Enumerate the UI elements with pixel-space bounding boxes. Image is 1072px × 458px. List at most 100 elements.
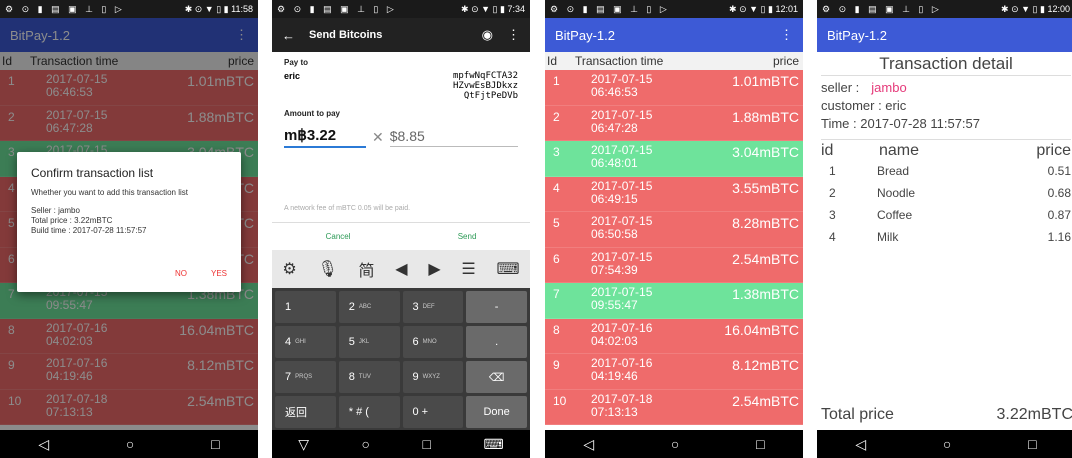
seller-line: seller : jambo xyxy=(821,80,907,95)
status-icons-left: ⚙ ⊙ ▮ ▤ ▣ ⊥ ▯ ▷ xyxy=(5,3,125,14)
home-nav-icon[interactable]: ○ xyxy=(126,436,134,452)
status-icons-left: ⚙ ⊙ ▮ ▤ ▣ ⊥ ▯ ▷ xyxy=(822,3,942,14)
nav-bar: ◁ ○ □ xyxy=(0,430,258,458)
keyboard-tool-icon[interactable]: ▶ xyxy=(428,259,440,279)
table-row[interactable]: 8 2017-07-16 04:02:03 16.04mBTC xyxy=(545,318,803,354)
home-nav-icon[interactable]: ○ xyxy=(362,436,370,452)
keyboard-tool-icon[interactable]: ⌨ xyxy=(497,259,520,279)
keyboard-key[interactable]: 返回 xyxy=(275,396,336,428)
status-time: ✱ ⊙ ▼ ▯ ▮ 7:34 xyxy=(461,3,525,14)
home-nav-icon[interactable]: ○ xyxy=(943,436,951,452)
keyboard-key[interactable]: ⌫ xyxy=(466,361,527,393)
confirm-dialog: Confirm transaction list Whether you wan… xyxy=(17,152,241,292)
no-button[interactable]: NO xyxy=(175,269,187,278)
app-bar: BitPay-1.2 xyxy=(817,18,1072,52)
keyboard-key[interactable]: 3 DEF xyxy=(402,291,464,323)
transaction-detail: Transaction detail seller : jambo custome… xyxy=(817,52,1072,430)
row-price: 8.12mBTC xyxy=(732,357,799,373)
table-row[interactable]: 2 2017-07-15 06:47:28 1.88mBTC xyxy=(545,105,803,141)
pay-to-row: eric mpfwNqFCTA32 HZvwEsBJDkxz QtFjtPeDV… xyxy=(284,71,518,101)
keyboard-key[interactable]: 5 JKL xyxy=(338,326,400,358)
detail-info: seller : jambo customer : eric Time : 201… xyxy=(821,76,1071,133)
keyboard-key[interactable]: 8 TUV xyxy=(338,361,400,393)
back-nav-icon[interactable]: ◁ xyxy=(855,436,866,453)
table-row[interactable]: 6 2017-07-1507:54:39 2.54mBTC xyxy=(545,247,803,283)
amount-row: m฿3.22 ✕ $8.85 xyxy=(284,126,518,148)
amount-btc-input[interactable]: m฿3.22 xyxy=(284,126,366,148)
status-icons-left: ⚙ ⊙ ▮ ▤ ▣ ⊥ ▯ ▷ xyxy=(277,3,397,14)
keyboard-switch-icon[interactable]: ⌨ xyxy=(484,436,504,453)
status-time: ✱ ⊙ ▼ ▯ ▮ 12:00 xyxy=(1001,3,1070,14)
keyboard-key[interactable]: 1 xyxy=(275,291,336,323)
table-row[interactable]: 3 2017-07-1506:48:01 3.04mBTC xyxy=(545,141,803,177)
back-nav-icon[interactable]: ◁ xyxy=(583,436,594,453)
table-row[interactable]: 4 2017-07-1506:49:15 3.55mBTC xyxy=(545,176,803,212)
keyboard-key[interactable]: * # ( xyxy=(338,396,400,428)
overflow-menu-icon[interactable]: ⋮ xyxy=(507,27,520,43)
table-row[interactable]: 9 2017-07-16 04:19:46 8.12mBTC xyxy=(545,354,803,390)
phone-screen-list: ⚙ ⊙ ▮ ▤ ▣ ⊥ ▯ ▷ ✱ ⊙ ▼ ▯ ▮ 12:01 BitPay-1… xyxy=(545,0,803,458)
recent-nav-icon[interactable]: □ xyxy=(423,436,431,452)
row-price: 16.04mBTC xyxy=(724,321,799,338)
row-price: 3.55mBTC xyxy=(732,179,799,196)
row-time: 2017-07-16 04:19:46 xyxy=(591,356,653,383)
total-label: Total price xyxy=(821,406,894,423)
table-row[interactable]: 10 2017-07-18 07:13:13 2.54mBTC xyxy=(545,389,803,425)
keyboard-tool-icon[interactable]: 🎙 xyxy=(317,259,337,279)
back-nav-icon[interactable]: ◁ xyxy=(38,436,49,453)
keyboard-keys: 1 2 ABC 3 DEF - 4 GHI 5 JKL 6 MNO. 7 PRQS 8 TUV 9 WXYZ ⌫ 返回… xyxy=(272,288,530,431)
header-id: Id xyxy=(547,54,558,68)
customer-line: customer : eric xyxy=(821,98,907,113)
keyboard-key[interactable]: 0 + xyxy=(402,396,464,428)
status-bar: ⚙ ⊙ ▮ ▤ ▣ ⊥ ▯ ▷ ✱ ⊙ ▼ ▯ ▮ 12:01 xyxy=(545,0,803,18)
keyboard-key[interactable]: 7 PRQS xyxy=(275,361,336,393)
send-button[interactable]: Send xyxy=(458,232,477,241)
table-row[interactable]: 7 2017-07-15 09:55:47 1.38mBTC xyxy=(545,283,803,319)
recent-nav-icon[interactable]: □ xyxy=(211,436,219,452)
keyboard-key[interactable]: Done xyxy=(466,396,527,428)
send-title: Send Bitcoins xyxy=(309,29,383,41)
status-bar: ⚙ ⊙ ▮ ▤ ▣ ⊥ ▯ ▷ ✱ ⊙ ▼ ▯ ▮ 11:58 xyxy=(0,0,258,18)
detail-heading: Transaction detail xyxy=(821,52,1071,76)
row-time: 2017-07-1506:49:15 xyxy=(591,178,653,206)
dialog-title: Confirm transaction list xyxy=(31,166,154,180)
keyboard-key[interactable]: . xyxy=(466,326,527,358)
keyboard-tool-icon[interactable]: ⚙ xyxy=(282,259,296,279)
overflow-menu-icon[interactable]: ⋮ xyxy=(780,27,793,43)
keyboard-key[interactable]: 4 GHI xyxy=(275,326,336,358)
dialog-buttons: NO YES xyxy=(175,269,227,278)
keyboard-tool-icon[interactable]: ☰ xyxy=(461,259,475,279)
row-id: 7 xyxy=(553,287,560,301)
list-header: Id Transaction time price xyxy=(545,52,803,70)
recent-nav-icon[interactable]: □ xyxy=(756,436,764,452)
nav-bar: ▽ ○ □ ⌨ xyxy=(272,430,530,458)
keyboard-tool-icon[interactable]: 简 xyxy=(359,257,375,281)
col-id: id xyxy=(821,142,834,159)
row-id: 1 xyxy=(553,74,560,88)
total-row: Total price 3.22mBTC xyxy=(821,406,1072,424)
amount-fiat-input[interactable]: $8.85 xyxy=(389,128,518,147)
home-nav-icon[interactable]: ○ xyxy=(671,436,679,452)
keyboard-key[interactable]: 9 WXYZ xyxy=(402,361,464,393)
header-time: Transaction time xyxy=(575,54,664,68)
row-time: 2017-07-1507:54:39 xyxy=(591,249,653,277)
camera-icon[interactable]: ◉ xyxy=(482,27,493,43)
keyboard-key[interactable]: 2 ABC xyxy=(338,291,400,323)
keyboard-toolbar: ⚙ 🎙 简 ◀ ▶ ☰ ⌨ xyxy=(272,250,530,288)
table-row[interactable]: 1 2017-07-15 06:46:53 1.01mBTC xyxy=(545,70,803,106)
keyboard-tool-icon[interactable]: ◀ xyxy=(395,259,407,279)
nav-bar: ◁ ○ □ xyxy=(545,430,803,458)
table-row[interactable]: 5 2017-07-1506:50:58 8.28mBTC xyxy=(545,212,803,248)
cancel-button[interactable]: Cancel xyxy=(326,232,351,241)
keyboard-key[interactable]: - xyxy=(466,291,527,323)
app-title: BitPay-1.2 xyxy=(827,27,887,43)
row-id: 8 xyxy=(553,322,560,337)
keyboard-key[interactable]: 6 MNO xyxy=(402,326,464,358)
recent-nav-icon[interactable]: □ xyxy=(1028,436,1036,452)
back-arrow-icon[interactable]: ← xyxy=(282,28,295,43)
yes-button[interactable]: YES xyxy=(211,269,227,278)
status-icons-left: ⚙ ⊙ ▮ ▤ ▣ ⊥ ▯ ▷ xyxy=(550,3,670,14)
phone-screen-detail: ⚙ ⊙ ▮ ▤ ▣ ⊥ ▯ ▷ ✱ ⊙ ▼ ▯ ▮ 12:00 BitPay-1… xyxy=(817,0,1072,458)
clear-amount-icon[interactable]: ✕ xyxy=(372,129,384,146)
back-nav-icon[interactable]: ▽ xyxy=(298,436,309,453)
